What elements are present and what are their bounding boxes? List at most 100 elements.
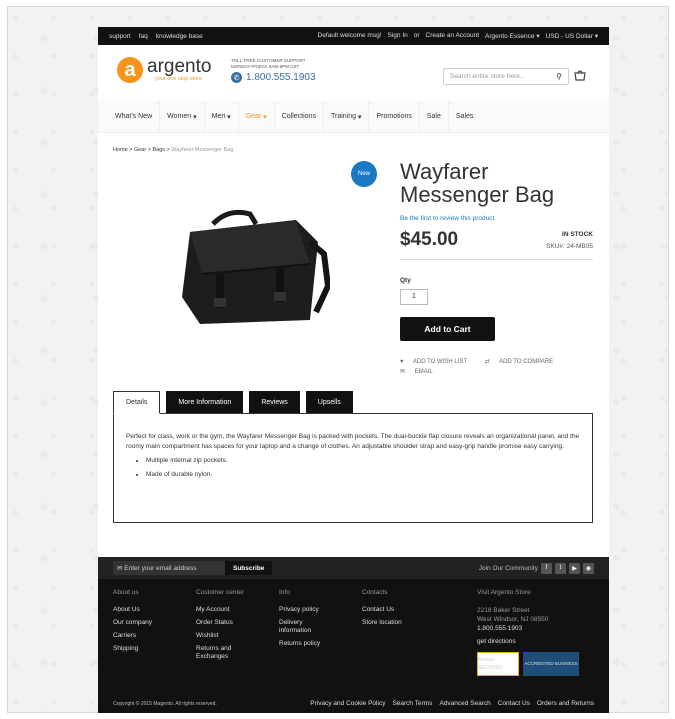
add-to-wishlist-link[interactable]: ♥ Add to Wish List — [400, 359, 475, 365]
footer-link[interactable]: Our company — [113, 619, 193, 627]
phone-icon: ✆ — [231, 72, 242, 83]
feature-list: Multiple internal zip pockets. Made of d… — [126, 456, 580, 480]
subscribe-button[interactable]: Subscribe — [225, 561, 273, 575]
knowledge-base-link[interactable]: knowledge base — [156, 33, 203, 40]
footer-heading: Contacts — [362, 589, 388, 596]
product-description: Perfect for class, work or the gym, the … — [126, 433, 580, 450]
footer-link[interactable]: Returns policy — [279, 640, 359, 648]
currency-switcher[interactable]: USD - US Dollar ▾ — [546, 32, 598, 40]
norton-badge[interactable]: Norton SECURED — [477, 652, 519, 676]
qty-input[interactable]: 1 — [400, 289, 428, 305]
feature-item: Made of durable nylon. — [146, 470, 580, 480]
copyright: Copyright © 2015 Magento. All rights res… — [113, 701, 217, 707]
new-badge: New — [351, 161, 377, 187]
nav-sale[interactable]: Sale — [420, 100, 449, 133]
breadcrumb-home[interactable]: Home — [113, 147, 128, 153]
nav-women[interactable]: Women ▾ — [160, 100, 205, 133]
divider — [400, 259, 593, 260]
details-panel: Perfect for class, work or the gym, the … — [113, 413, 593, 523]
footer-link[interactable]: Advanced Search — [439, 700, 490, 707]
main-nav: What's New Women ▾ Men ▾ Gear ▾ Collecti… — [98, 100, 609, 133]
footer-link[interactable]: Carriers — [113, 632, 193, 640]
newsletter-bar: ✉ Enter your email address Subscribe Joi… — [98, 557, 609, 579]
youtube-icon[interactable]: ▶ — [569, 562, 580, 574]
stock-status: IN STOCK — [562, 231, 593, 238]
create-account-link[interactable]: Create an Account — [426, 32, 479, 40]
facebook-icon[interactable]: f — [541, 562, 552, 574]
rss-icon[interactable]: ◉ — [583, 562, 594, 574]
footer-visit-store: Visit Argento Store 2218 Baker Street We… — [477, 589, 597, 686]
store-page: support faq knowledge base Default welco… — [98, 27, 609, 713]
site-footer: About us About Us Our company Carriers S… — [98, 579, 609, 713]
footer-info: Info Privacy policy Delivery information… — [279, 589, 359, 653]
product-actions: ♥ Add to Wish List ⇄ Add to Compare ✉ Em… — [400, 357, 569, 377]
breadcrumb-current: Wayfarer Messenger Bag — [171, 147, 234, 153]
add-to-cart-button[interactable]: Add to Cart — [400, 317, 495, 341]
nav-whats-new[interactable]: What's New — [108, 100, 161, 133]
footer-link[interactable]: Returns and Exchanges — [196, 645, 246, 661]
product-image[interactable] — [168, 202, 332, 334]
support-link[interactable]: support — [109, 33, 131, 40]
tab-upsells[interactable]: Upsells — [305, 391, 353, 414]
newsletter-email-input[interactable]: ✉ Enter your email address — [113, 561, 225, 575]
footer-link[interactable]: Wishlist — [196, 632, 276, 640]
community-links: Join Our Community f t ▶ ◉ — [478, 562, 594, 574]
nav-gear[interactable]: Gear ▾ — [239, 100, 275, 133]
top-bar: support faq knowledge base Default welco… — [98, 27, 609, 45]
review-link[interactable]: Be the first to review this product — [400, 215, 494, 222]
envelope-icon: ✉ — [117, 565, 125, 572]
cart-icon[interactable] — [574, 70, 586, 84]
heart-icon: ♥ — [400, 359, 404, 365]
sign-in-link[interactable]: Sign In — [388, 32, 408, 40]
footer-link[interactable]: About Us — [113, 606, 193, 614]
bbb-badge[interactable]: ACCREDITED BUSINESS — [523, 652, 579, 676]
trust-badges: Norton SECURED ACCREDITED BUSINESS — [477, 652, 597, 681]
footer-link[interactable]: Privacy and Cookie Policy — [310, 700, 385, 707]
store-phone: 1.800.555.1903 — [477, 625, 523, 632]
breadcrumb-bags[interactable]: Bags — [152, 147, 165, 153]
footer-heading: Customer center — [196, 589, 245, 596]
envelope-icon: ✉ — [400, 369, 406, 375]
breadcrumb-gear[interactable]: Gear — [134, 147, 146, 153]
add-to-compare-link[interactable]: ⇄ Add to Compare — [485, 359, 561, 365]
nav-promotions[interactable]: Promotions — [369, 100, 420, 133]
footer-link[interactable]: Search Terms — [392, 700, 432, 707]
product-sku: SKU#: 24-MB05 — [546, 243, 593, 250]
community-label: Join Our Community — [478, 564, 538, 572]
logo[interactable]: a argento your one stop store — [117, 57, 211, 83]
get-directions-link[interactable]: get directions — [477, 638, 597, 646]
footer-link[interactable]: Orders and Returns — [537, 700, 594, 707]
nav-training[interactable]: Training ▾ — [324, 100, 370, 133]
tab-reviews[interactable]: Reviews — [249, 391, 300, 414]
store-address-line: West Windsor, NJ 08550 — [477, 616, 549, 623]
footer-link[interactable]: Contact Us — [498, 700, 530, 707]
search-icon[interactable]: ⚲ — [556, 72, 562, 81]
nav-collections[interactable]: Collections — [275, 100, 324, 133]
welcome-message: Default welcome msg! — [317, 32, 382, 39]
footer-link[interactable]: Store location — [362, 619, 442, 627]
product-tabs: Details More Information Reviews Upsells — [113, 391, 359, 414]
footer-link[interactable]: Delivery information — [279, 619, 329, 635]
logo-icon: a — [117, 57, 143, 83]
footer-link[interactable]: Privacy policy — [279, 606, 359, 614]
nav-men[interactable]: Men ▾ — [205, 100, 239, 133]
twitter-icon[interactable]: t — [555, 562, 566, 574]
footer-link[interactable]: Shipping — [113, 645, 193, 653]
email-link[interactable]: ✉ Email — [400, 369, 441, 375]
nav-sales[interactable]: Sales — [449, 101, 481, 133]
support-label: Toll-free customer support Monday-Friday… — [231, 58, 306, 69]
footer-customer-center: Customer center My Account Order Status … — [196, 589, 276, 666]
footer-about: About us About Us Our company Carriers S… — [113, 589, 193, 658]
footer-link[interactable]: Contact Us — [362, 606, 442, 614]
tab-details[interactable]: Details — [113, 391, 161, 414]
footer-link[interactable]: My Account — [196, 606, 276, 614]
search-input[interactable]: Search entire store here... ⚲ — [443, 68, 569, 85]
store-switcher[interactable]: Argento Essence ▾ — [485, 32, 540, 40]
page-frame: support faq knowledge base Default welco… — [7, 6, 669, 713]
store-address-line: 2218 Baker Street — [477, 607, 530, 614]
support-phone: 1.800.555.1903 — [246, 72, 316, 83]
product-title: Wayfarer Messenger Bag — [400, 159, 555, 207]
tab-more-information[interactable]: More Information — [166, 391, 244, 414]
footer-link[interactable]: Order Status — [196, 619, 276, 627]
faq-link[interactable]: faq — [139, 33, 148, 40]
